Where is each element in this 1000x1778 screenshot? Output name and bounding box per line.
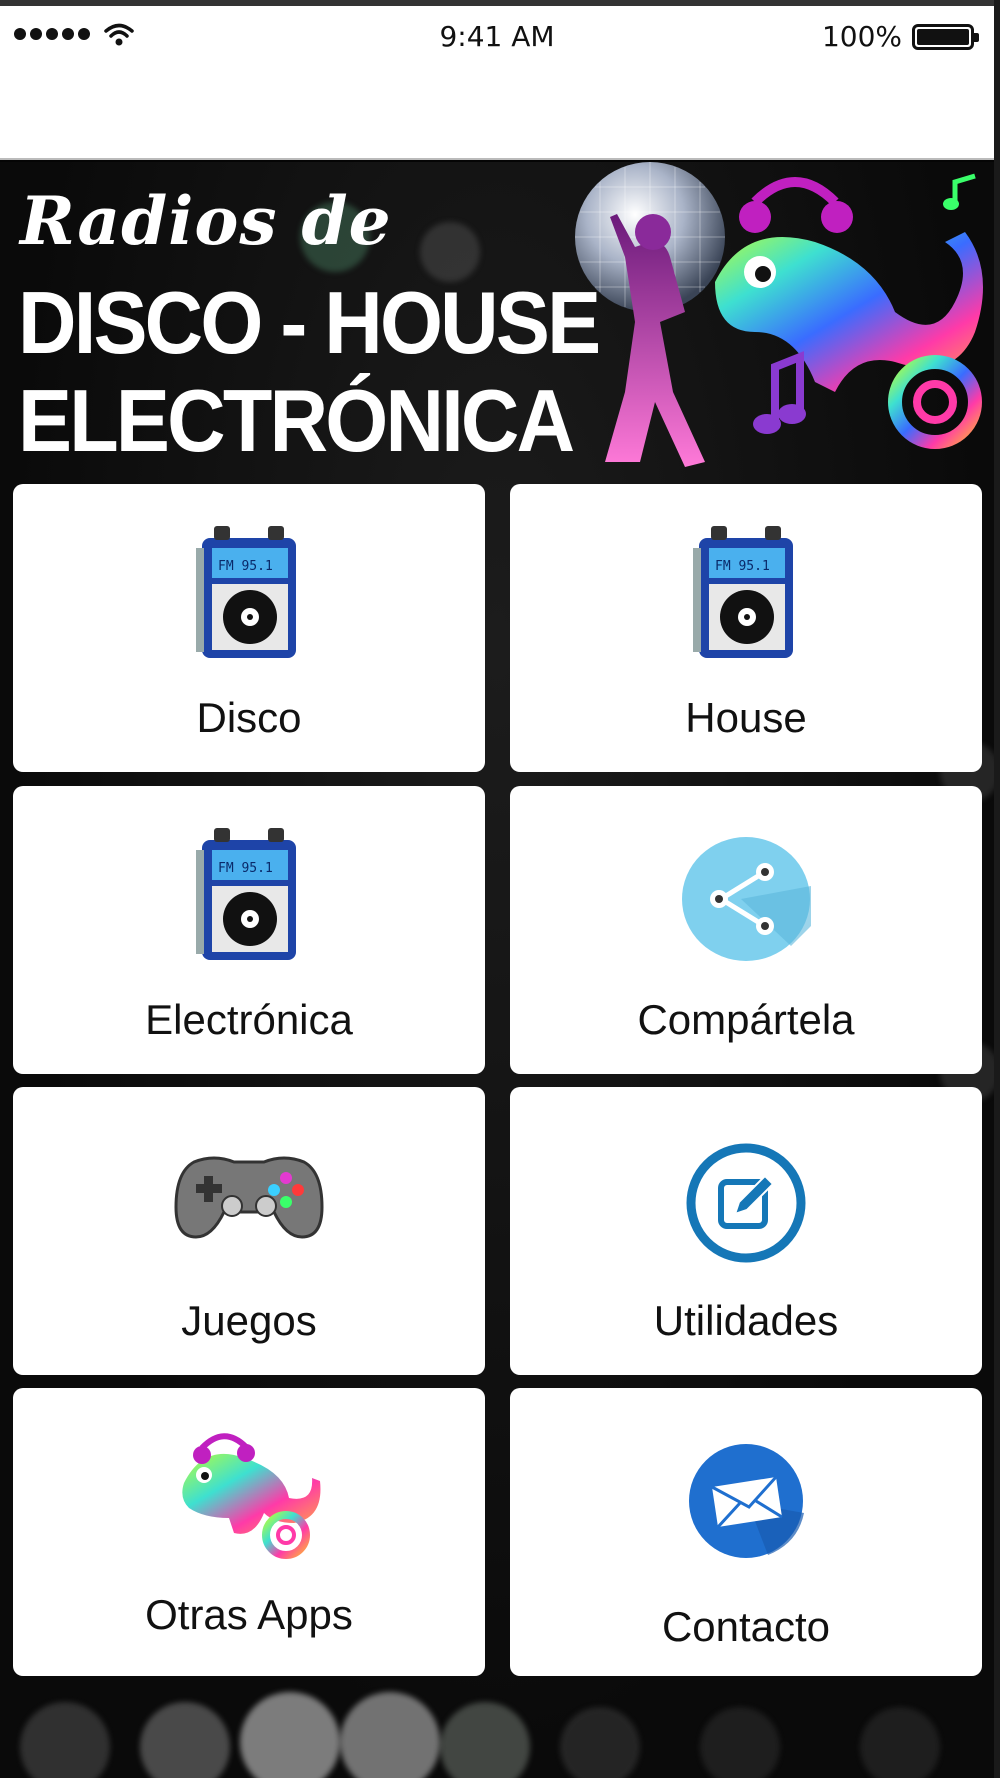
radio-icon: FM 95.1 bbox=[196, 526, 296, 658]
menu-tile-other-apps[interactable]: Otras Apps bbox=[13, 1388, 485, 1676]
banner-title-line3: ELECTRÓNICA bbox=[18, 371, 575, 470]
menu-label: Utilidades bbox=[653, 1297, 839, 1344]
menu-label: House bbox=[685, 694, 807, 741]
svg-text:FM 95.1: FM 95.1 bbox=[218, 559, 273, 574]
menu-label: Juegos bbox=[181, 1297, 317, 1344]
mail-icon bbox=[689, 1444, 804, 1558]
menu-label: Compártela bbox=[637, 996, 855, 1043]
menu-label: Electrónica bbox=[145, 996, 353, 1043]
menu-tile-share[interactable]: Compártela bbox=[510, 786, 982, 1074]
svg-text:FM 95.1: FM 95.1 bbox=[715, 559, 770, 574]
device-bezel bbox=[994, 0, 1000, 1778]
menu-tile-disco[interactable]: FM 95.1 Disco bbox=[13, 484, 485, 772]
menu-tile-games[interactable]: Juegos bbox=[13, 1087, 485, 1375]
radio-icon: FM 95.1 bbox=[196, 828, 296, 960]
phone-screen: 9:41 AM 100% Radios de DISCO - HOUSE ELE… bbox=[0, 0, 1000, 1778]
banner-title-line2: DISCO - HOUSE bbox=[18, 273, 601, 372]
battery-percentage: 100% bbox=[821, 20, 902, 53]
menu-label: Contacto bbox=[661, 1603, 831, 1650]
battery-icon bbox=[912, 24, 979, 50]
navigation-bar bbox=[0, 62, 994, 160]
disco-chameleon-artwork bbox=[575, 162, 983, 467]
svg-text:FM 95.1: FM 95.1 bbox=[218, 861, 273, 876]
menu-label: Otras Apps bbox=[145, 1591, 353, 1638]
menu-tile-house[interactable]: FM 95.1 House bbox=[510, 484, 982, 772]
edit-icon bbox=[686, 1143, 806, 1263]
gamepad-icon bbox=[174, 1156, 324, 1239]
radio-icon: FM 95.1 bbox=[693, 526, 793, 658]
chameleon-icon bbox=[182, 1433, 321, 1559]
menu-tile-utilities[interactable]: Utilidades bbox=[510, 1087, 982, 1375]
status-bar: 9:41 AM 100% bbox=[0, 0, 994, 62]
menu-tile-electronica[interactable]: FM 95.1 Electrónica bbox=[13, 786, 485, 1074]
banner-title-line1: Radios de bbox=[20, 182, 392, 260]
share-icon bbox=[682, 837, 811, 961]
header-banner: Radios de DISCO - HOUSE ELECTRÓNICA bbox=[0, 162, 994, 470]
menu-label: Disco bbox=[196, 694, 302, 741]
menu-tile-contact[interactable]: Contacto bbox=[510, 1388, 982, 1676]
